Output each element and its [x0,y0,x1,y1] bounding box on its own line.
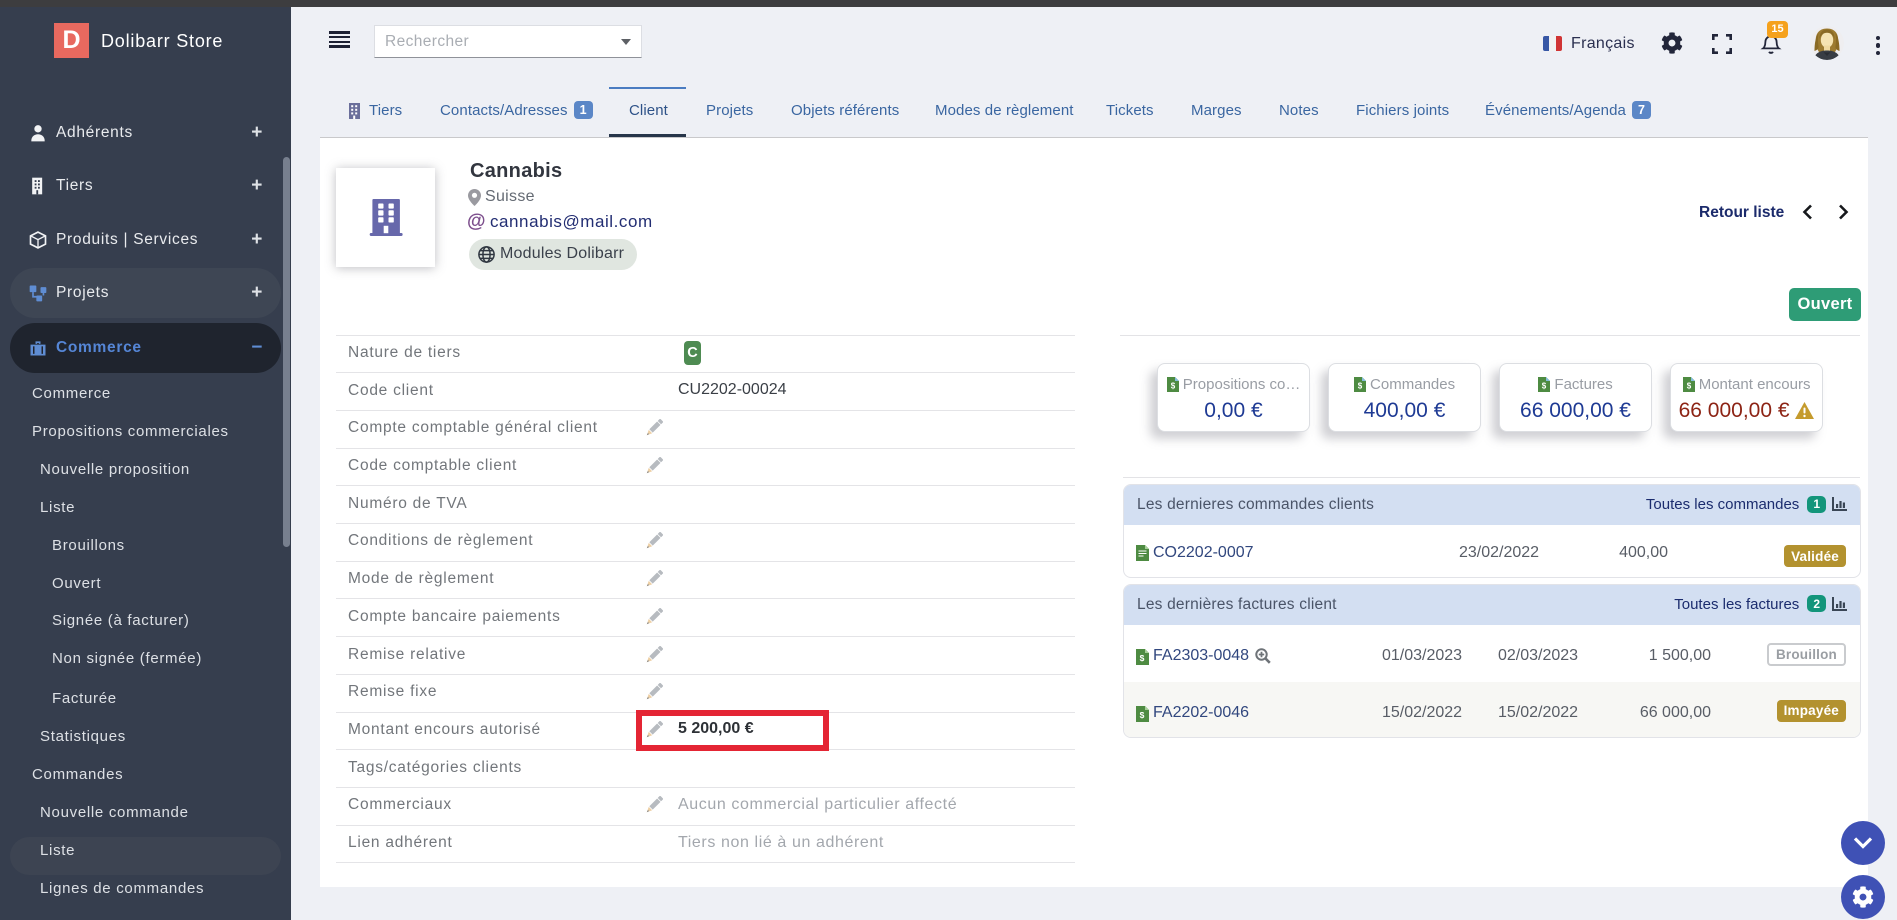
svg-text:$: $ [1170,382,1175,391]
svg-text:$: $ [1140,710,1145,720]
svg-text:$: $ [1686,382,1691,391]
svg-text:$: $ [1542,382,1547,391]
svg-text:$: $ [1358,382,1363,391]
svg-text:$: $ [1140,653,1145,663]
